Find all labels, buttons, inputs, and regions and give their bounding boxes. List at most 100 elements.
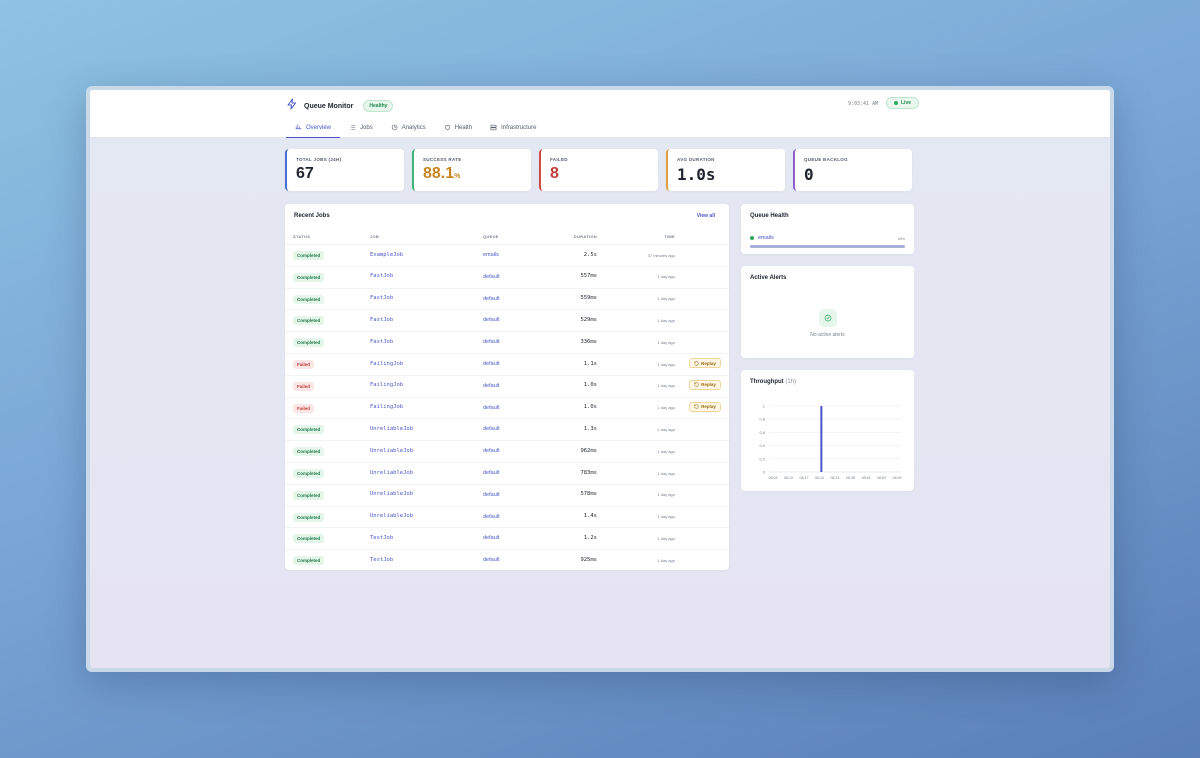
- server-icon: [490, 124, 497, 133]
- app-title: Queue Monitor: [304, 102, 354, 110]
- x-tick-label: 08:31: [831, 476, 840, 480]
- queue-link[interactable]: default: [483, 405, 500, 411]
- job-name-link[interactable]: FastJob: [370, 295, 393, 301]
- stat-value: 88.1%: [423, 165, 522, 183]
- job-name-link[interactable]: FailingJob: [370, 404, 403, 410]
- job-name-link[interactable]: UnreliableJob: [370, 470, 413, 476]
- table-row[interactable]: Completed FastJob default 557ms 1 day ago: [285, 265, 729, 288]
- job-name-link[interactable]: UnreliableJob: [370, 448, 413, 454]
- duration-value: 559ms: [580, 295, 597, 302]
- job-name-link[interactable]: UnreliableJob: [370, 491, 413, 497]
- queue-link[interactable]: default: [483, 470, 500, 476]
- duration-value: 1.2s: [583, 534, 597, 541]
- time-value: 37 minutes ago: [647, 252, 675, 258]
- status-badge: Failed: [293, 360, 315, 369]
- recent-jobs-card: Recent Jobs View all STATUS JOB QUEUE DU…: [285, 204, 729, 570]
- job-name-link[interactable]: UnreliableJob: [370, 426, 413, 432]
- queue-link[interactable]: default: [483, 274, 500, 280]
- queue-link[interactable]: default: [483, 448, 500, 454]
- tab-jobs[interactable]: Jobs: [340, 118, 382, 138]
- table-row[interactable]: Completed TestJob default 925ms 1 day ago: [285, 549, 729, 571]
- stats-row: TOTAL JOBS (24H) 67 SUCCESS RATE 88.1% FAILE…: [285, 149, 912, 191]
- status-badge: Completed: [293, 512, 325, 522]
- queue-link[interactable]: default: [483, 535, 500, 541]
- table-row[interactable]: Completed UnreliableJob default 1.4s 1 day a…: [285, 505, 729, 528]
- status-badge: Failed: [293, 403, 315, 413]
- duration-value: 529ms: [580, 316, 597, 323]
- time-value: 1 day ago: [657, 448, 675, 454]
- queue-link[interactable]: default: [483, 361, 500, 367]
- duration-value: 1.4s: [583, 513, 597, 520]
- tab-overview[interactable]: Overview: [286, 118, 341, 138]
- duration-value: 1.3s: [583, 425, 597, 432]
- view-all-link[interactable]: View all: [697, 213, 715, 219]
- table-row[interactable]: Failed FailingJob default 1.0s 1 day ago Repl…: [285, 374, 729, 397]
- status-badge: Failed: [293, 381, 315, 391]
- table-row[interactable]: Completed FastJob default 336ms 1 day ago: [285, 331, 729, 353]
- tab-health[interactable]: Health: [435, 118, 481, 138]
- status-badge: Completed: [293, 425, 325, 435]
- queue-link[interactable]: default: [483, 317, 500, 323]
- lightning-icon: [286, 97, 298, 115]
- queue-link[interactable]: default: [483, 557, 500, 563]
- job-name-link[interactable]: ExampleJob: [370, 252, 403, 258]
- table-row[interactable]: Completed UnreliableJob default 783ms 1 day …: [285, 462, 729, 484]
- live-indicator[interactable]: Live: [886, 97, 920, 109]
- x-tick-label: 08:52: [877, 476, 886, 480]
- duration-value: 962ms: [580, 447, 597, 454]
- table-row[interactable]: Completed FastJob default 529ms 1 day ago: [285, 309, 729, 331]
- job-name-link[interactable]: FastJob: [370, 317, 393, 323]
- queue-row[interactable]: emails 0/hr: [750, 235, 905, 241]
- job-name-link[interactable]: FastJob: [370, 273, 393, 279]
- queue-link[interactable]: default: [483, 296, 500, 302]
- table-row[interactable]: Completed ExampleJob emails 2.5s 37 minutes …: [285, 244, 729, 266]
- tab-analytics[interactable]: Analytics: [382, 118, 435, 138]
- throughput-title: Throughput (1h): [750, 379, 796, 385]
- y-tick-label: 1: [763, 404, 766, 409]
- job-name-link[interactable]: TestJob: [370, 535, 393, 541]
- queue-link[interactable]: default: [483, 426, 500, 432]
- tab-infrastructure[interactable]: Infrastructure: [481, 118, 545, 138]
- table-row[interactable]: Completed TestJob default 1.2s 1 day ago: [285, 527, 729, 549]
- job-name-link[interactable]: TestJob: [370, 557, 393, 563]
- table-row[interactable]: Failed FailingJob default 1.0s 1 day ago Repl…: [285, 396, 729, 419]
- nav-tabs: Overview Jobs Analytics Health Infrastru…: [286, 118, 545, 138]
- status-badge: Completed: [293, 534, 325, 544]
- queue-link[interactable]: default: [483, 492, 500, 498]
- time-value: 1 day ago: [657, 383, 675, 389]
- check-circle-icon: [819, 309, 837, 327]
- job-name-link[interactable]: FailingJob: [370, 382, 403, 388]
- status-badge: Completed: [293, 294, 325, 304]
- replay-button[interactable]: Replay: [689, 358, 721, 368]
- job-name-link[interactable]: FastJob: [370, 339, 393, 345]
- tab-label: Analytics: [401, 125, 426, 131]
- queue-link[interactable]: default: [483, 514, 500, 520]
- time-value: 1 day ago: [657, 405, 675, 411]
- x-tick-label: 08:10: [784, 476, 793, 480]
- y-tick-label: 0: [763, 470, 766, 475]
- queue-health-bar-fill: [750, 245, 905, 248]
- status-badge: Completed: [293, 447, 325, 457]
- job-name-link[interactable]: FailingJob: [370, 361, 403, 367]
- table-row[interactable]: Completed UnreliableJob default 962ms 1 day …: [285, 440, 729, 462]
- queue-link[interactable]: default: [483, 339, 500, 345]
- table-row[interactable]: Completed UnreliableJob default 578ms 1 day …: [285, 483, 729, 506]
- replay-button[interactable]: Replay: [689, 401, 721, 412]
- queue-health-card: Queue Health emails 0/hr: [741, 204, 914, 254]
- table-row[interactable]: Completed UnreliableJob default 1.3s 1 day a…: [285, 418, 729, 440]
- x-tick-label: 08:24: [815, 476, 824, 480]
- queue-health-bar: [750, 245, 905, 248]
- brand[interactable]: Queue Monitor Healthy: [286, 97, 394, 115]
- queue-link[interactable]: default: [483, 383, 500, 389]
- table-row[interactable]: Completed FastJob default 559ms 1 day ago: [285, 287, 729, 310]
- status-badge: Completed: [293, 556, 325, 566]
- stat-number: 8: [550, 165, 559, 182]
- duration-value: 578ms: [580, 491, 597, 498]
- column-header-time: TIME: [664, 234, 675, 239]
- job-name-link[interactable]: UnreliableJob: [370, 513, 413, 519]
- replay-button[interactable]: Replay: [689, 379, 721, 390]
- queue-link[interactable]: emails: [483, 252, 499, 258]
- table-row[interactable]: Failed FailingJob default 1.1s 1 day ago Repl…: [285, 353, 729, 375]
- column-header-queue: QUEUE: [483, 234, 499, 239]
- stat-card-failed: FAILED 8: [539, 149, 658, 191]
